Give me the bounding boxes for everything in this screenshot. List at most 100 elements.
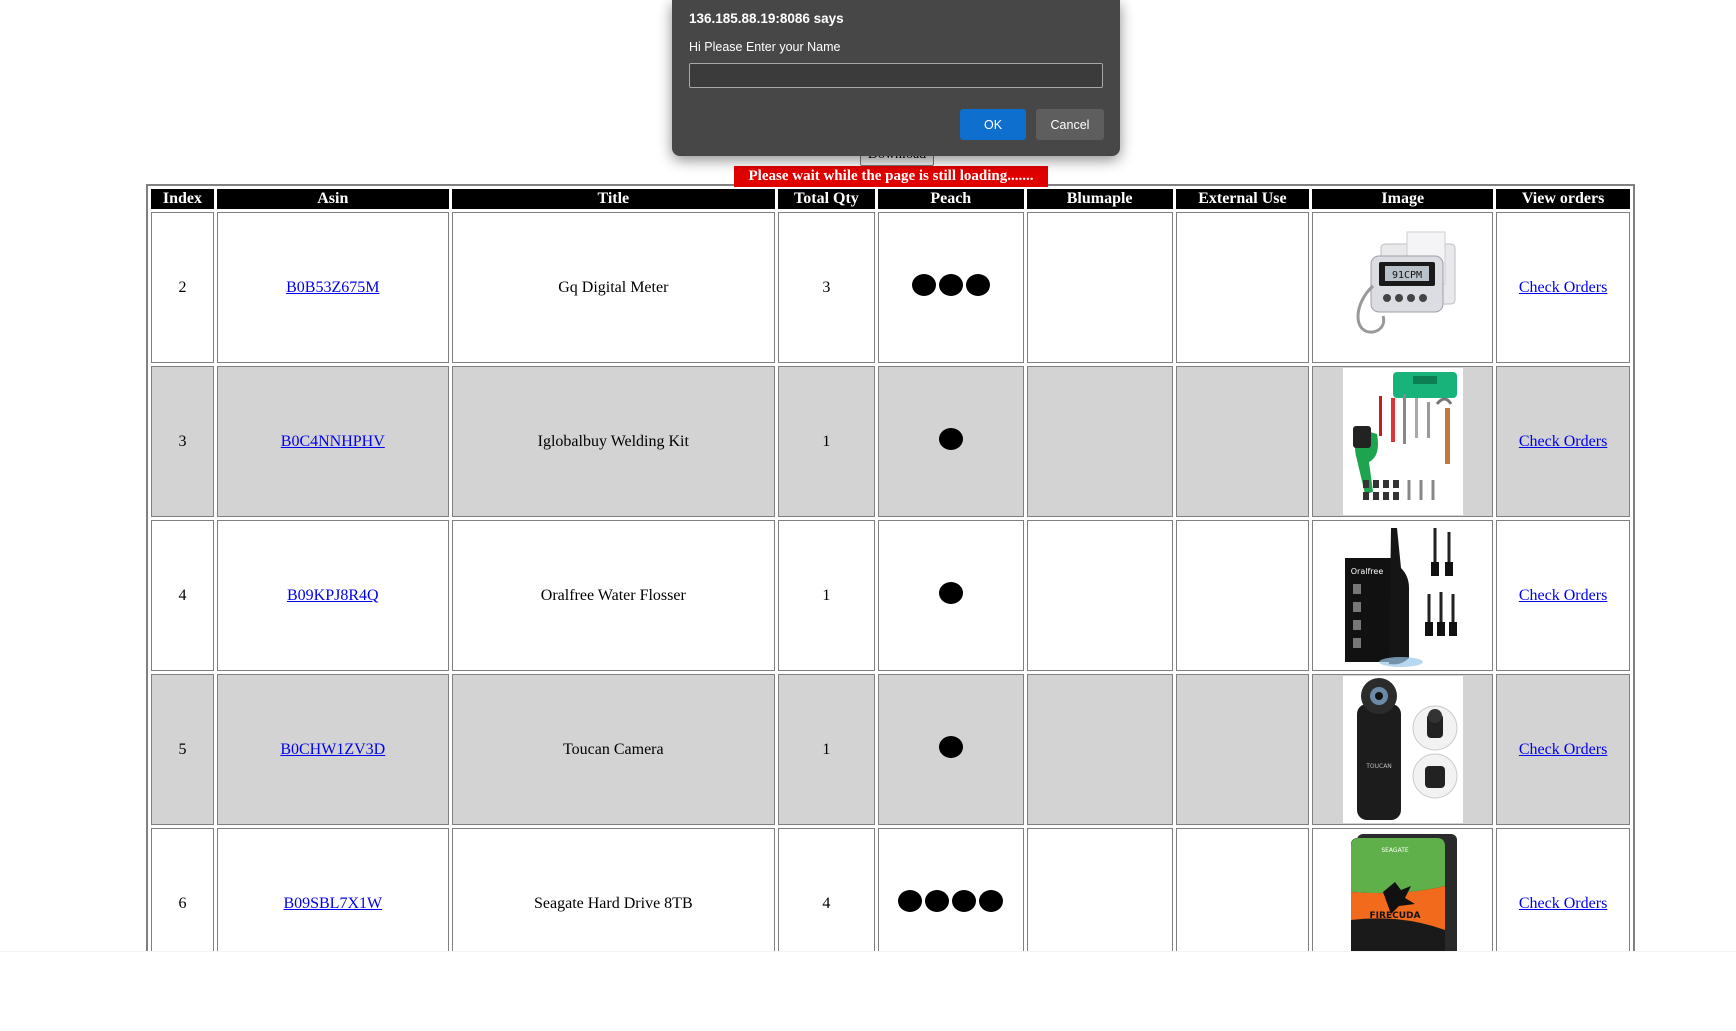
cell-title: Toucan Camera (451, 674, 775, 825)
bottom-blank-area (0, 951, 1736, 1031)
asin-link[interactable]: B09KPJ8R4Q (287, 587, 379, 604)
cell-title: Gq Digital Meter (451, 212, 775, 363)
cell-index: 5 (151, 674, 214, 825)
cell-image: TOUCAN (1312, 674, 1494, 825)
drive-model-text: FIRECUDA (1369, 911, 1420, 921)
cell-peach (877, 674, 1024, 825)
header-peach: Peach (877, 189, 1024, 209)
quantity-dot (938, 736, 963, 758)
welding-kit-image (1342, 368, 1463, 515)
cell-view-orders: Check Orders (1496, 828, 1630, 951)
water-flosser-image: Oralfree (1342, 522, 1463, 669)
cell-peach (877, 212, 1024, 363)
cell-asin: B09SBL7X1W (216, 828, 449, 951)
table-row: 3 B0C4NNHPHV Iglobalbuy Welding Kit 1 Ch… (151, 366, 1630, 517)
quantity-dot (911, 274, 936, 296)
cell-image: SEAGATE FIRECUDA (1312, 828, 1494, 951)
header-total-qty: Total Qty (777, 189, 875, 209)
name-input[interactable] (689, 63, 1103, 88)
page-viewport: Download Please wait while the page is s… (0, 0, 1736, 951)
table-row: 4 B09KPJ8R4Q Oralfree Water Flosser 1 Or… (151, 520, 1630, 671)
cell-asin: B09KPJ8R4Q (216, 520, 449, 671)
cell-view-orders: Check Orders (1496, 212, 1630, 363)
cell-blumaple (1026, 674, 1173, 825)
cell-external-use (1175, 366, 1310, 517)
cell-external-use (1175, 520, 1310, 671)
cell-image (1312, 366, 1494, 517)
check-orders-link[interactable]: Check Orders (1519, 741, 1607, 758)
dialog-message: Hi Please Enter your Name (689, 40, 841, 54)
header-title: Title (451, 189, 775, 209)
cell-external-use (1175, 674, 1310, 825)
cell-view-orders: Check Orders (1496, 366, 1630, 517)
quantity-dot (979, 890, 1004, 912)
header-blumaple: Blumaple (1026, 189, 1173, 209)
cell-blumaple (1026, 828, 1173, 951)
quantity-dot (965, 274, 990, 296)
cell-image: 91CPM (1312, 212, 1494, 363)
asin-link[interactable]: B0B53Z675M (286, 279, 379, 296)
cell-total-qty: 1 (777, 366, 875, 517)
peach-dots (938, 428, 963, 450)
asin-link[interactable]: B0C4NNHPHV (281, 433, 385, 450)
header-image: Image (1312, 189, 1494, 209)
cell-total-qty: 3 (777, 212, 875, 363)
cell-peach (877, 828, 1024, 951)
cell-index: 3 (151, 366, 214, 517)
asin-link[interactable]: B09SBL7X1W (283, 895, 382, 912)
peach-dots (938, 582, 963, 604)
quantity-dot (952, 890, 977, 912)
cell-index: 4 (151, 520, 214, 671)
cell-title: Iglobalbuy Welding Kit (451, 366, 775, 517)
cell-asin: B0CHW1ZV3D (216, 674, 449, 825)
table-row: 6 B09SBL7X1W Seagate Hard Drive 8TB 4 SE… (151, 828, 1630, 951)
cell-total-qty: 4 (777, 828, 875, 951)
peach-dots (938, 736, 963, 758)
cell-blumaple (1026, 520, 1173, 671)
header-index: Index (151, 189, 214, 209)
cell-title: Oralfree Water Flosser (451, 520, 775, 671)
camera-image: TOUCAN (1342, 676, 1463, 823)
header-asin: Asin (216, 189, 449, 209)
table-row: 5 B0CHW1ZV3D Toucan Camera 1 TOUCAN Chec… (151, 674, 1630, 825)
check-orders-link[interactable]: Check Orders (1519, 895, 1607, 912)
table-header-row: Index Asin Title Total Qty Peach Blumapl… (151, 189, 1630, 209)
meter-screen-text: 91CPM (1392, 270, 1422, 281)
ok-button[interactable]: OK (960, 109, 1026, 140)
quantity-dot (898, 890, 923, 912)
cell-external-use (1175, 828, 1310, 951)
quantity-dot (938, 428, 963, 450)
cell-asin: B0B53Z675M (216, 212, 449, 363)
cell-peach (877, 520, 1024, 671)
flosser-brand-text: Oralfree (1351, 567, 1384, 576)
table-row: 2 B0B53Z675M Gq Digital Meter 3 91CPM Ch… (151, 212, 1630, 363)
loading-message: Please wait while the page is still load… (734, 166, 1048, 187)
cell-view-orders: Check Orders (1496, 520, 1630, 671)
cell-blumaple (1026, 366, 1173, 517)
check-orders-link[interactable]: Check Orders (1519, 279, 1607, 296)
check-orders-link[interactable]: Check Orders (1519, 433, 1607, 450)
hard-drive-image: SEAGATE FIRECUDA (1342, 830, 1463, 951)
peach-dots (898, 890, 1004, 912)
cell-index: 2 (151, 212, 214, 363)
dialog-title: 136.185.88.19:8086 says (689, 11, 844, 26)
cell-image: Oralfree (1312, 520, 1494, 671)
cell-peach (877, 366, 1024, 517)
quantity-dot (925, 890, 950, 912)
products-table: Index Asin Title Total Qty Peach Blumapl… (146, 184, 1635, 951)
cancel-button[interactable]: Cancel (1036, 109, 1104, 140)
cell-asin: B0C4NNHPHV (216, 366, 449, 517)
header-external-use: External Use (1175, 189, 1310, 209)
quantity-dot (938, 582, 963, 604)
prompt-dialog: 136.185.88.19:8086 says Hi Please Enter … (672, 0, 1120, 156)
drive-brand-text: SEAGATE (1381, 847, 1409, 854)
quantity-dot (938, 274, 963, 296)
cell-total-qty: 1 (777, 520, 875, 671)
camera-brand-text: TOUCAN (1365, 763, 1392, 770)
cell-view-orders: Check Orders (1496, 674, 1630, 825)
cell-index: 6 (151, 828, 214, 951)
header-view-orders: View orders (1496, 189, 1630, 209)
cell-title: Seagate Hard Drive 8TB (451, 828, 775, 951)
check-orders-link[interactable]: Check Orders (1519, 587, 1607, 604)
asin-link[interactable]: B0CHW1ZV3D (280, 741, 385, 758)
